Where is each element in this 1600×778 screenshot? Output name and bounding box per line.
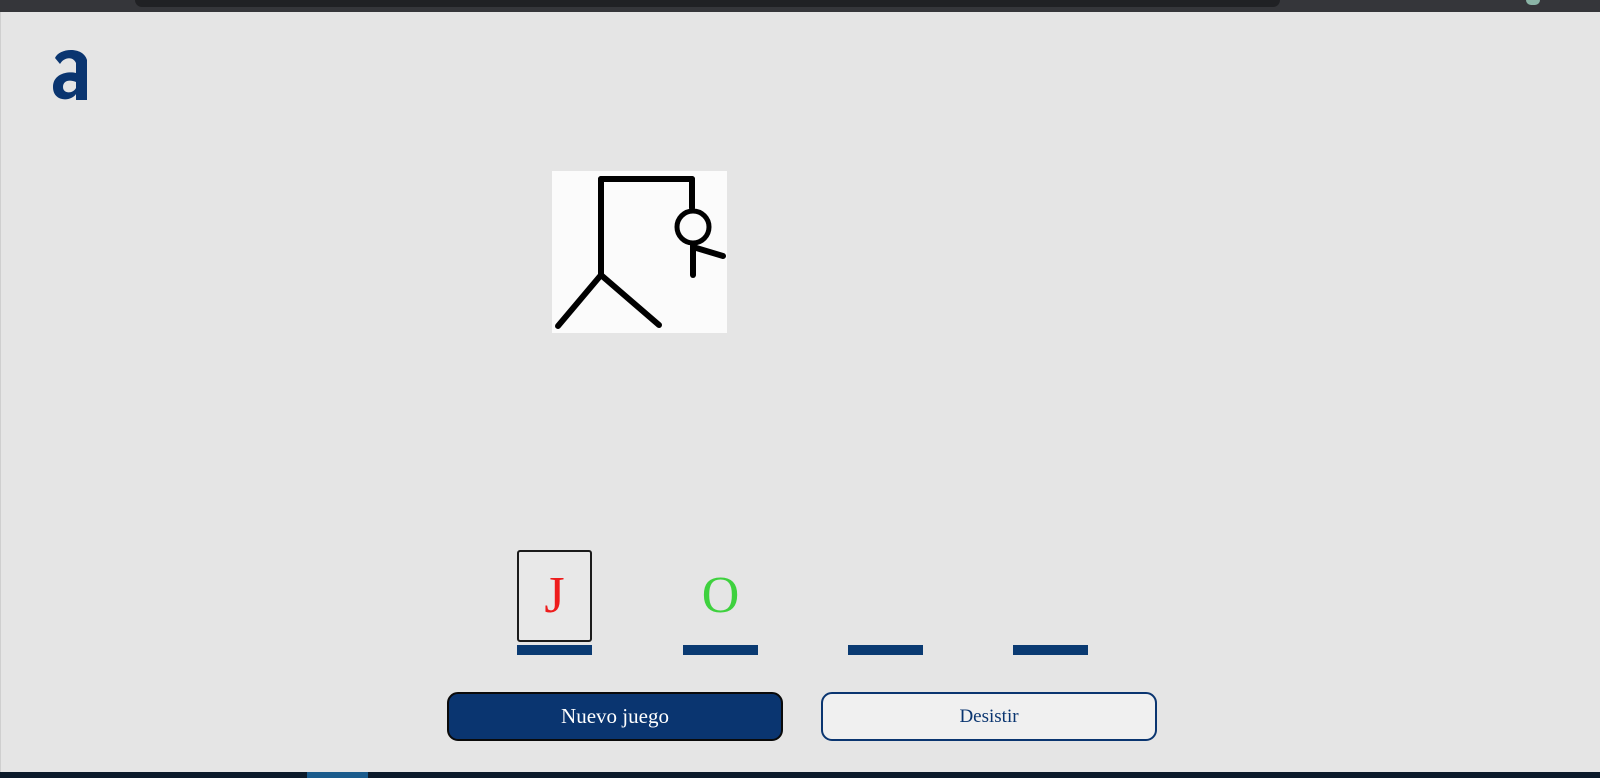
letter-box[interactable] — [1013, 550, 1088, 642]
profile-icon[interactable] — [1526, 0, 1540, 5]
give-up-button[interactable]: Desistir — [821, 692, 1157, 741]
letter-underline — [848, 645, 923, 655]
letter-box[interactable] — [848, 550, 923, 642]
taskbar-active-app[interactable] — [307, 772, 368, 778]
letter-slot[interactable]: J — [517, 550, 592, 655]
browser-top-bar — [0, 0, 1600, 12]
address-bar[interactable] — [135, 0, 1280, 7]
game-page: J O Nuevo juego Desistir — [0, 12, 1600, 772]
letter-underline — [683, 645, 758, 655]
letter-box[interactable]: O — [683, 550, 758, 642]
taskbar — [0, 772, 1600, 778]
new-game-button[interactable]: Nuevo juego — [447, 692, 783, 741]
letter-underline — [517, 645, 592, 655]
alura-logo-icon[interactable] — [49, 42, 93, 104]
hangman-drawing-icon — [552, 171, 727, 333]
letter-box[interactable]: J — [517, 550, 592, 642]
letter-slot[interactable] — [1013, 550, 1088, 655]
word-letters: J O — [1, 550, 1600, 665]
letter-slot[interactable]: O — [683, 550, 758, 655]
letter-slot[interactable] — [848, 550, 923, 655]
letter-underline — [1013, 645, 1088, 655]
